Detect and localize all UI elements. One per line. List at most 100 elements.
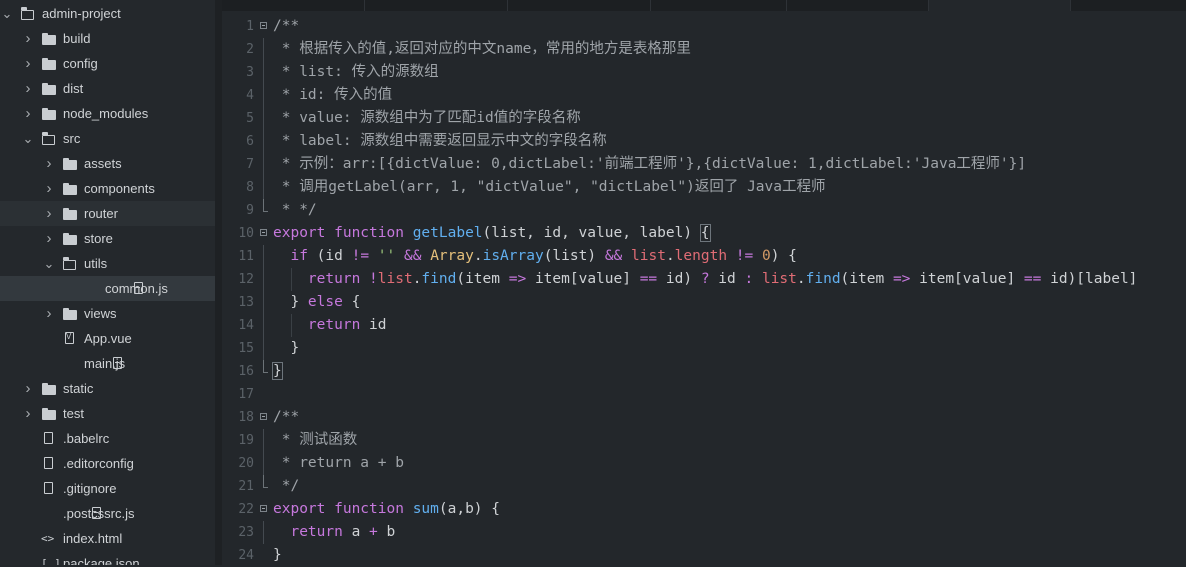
tree-item[interactable]: › router: [0, 201, 222, 226]
tree-item[interactable]: › test: [0, 401, 222, 426]
tree-item-label: admin-project: [42, 6, 121, 21]
code-line[interactable]: 23 return a + b: [222, 521, 1186, 544]
editor-tab[interactable]: [222, 0, 365, 11]
fold-guide: [263, 84, 264, 107]
code-line[interactable]: 6 * label: 源数组中需要返回显示中文的字段名称: [222, 130, 1186, 153]
editor-tab-active[interactable]: [929, 0, 1071, 11]
folder-icon: [41, 382, 57, 396]
tree-item[interactable]: › store: [0, 226, 222, 251]
chevron-right-icon[interactable]: ›: [21, 405, 35, 422]
code-token: isArray: [482, 248, 544, 264]
code-token: (id: [316, 248, 352, 264]
code-line[interactable]: 21 */: [222, 475, 1186, 498]
code-line[interactable]: 16}: [222, 360, 1186, 383]
fold-end-marker: [263, 199, 268, 212]
code-line[interactable]: 4 * id: 传入的值: [222, 84, 1186, 107]
tree-item[interactable]: ⌄ admin-project: [0, 1, 215, 26]
tree-item[interactable]: ⌄ utils: [0, 251, 222, 276]
chevron-right-icon[interactable]: ›: [42, 205, 56, 222]
chevron-right-icon[interactable]: ›: [42, 305, 56, 322]
chevron-right-icon[interactable]: ›: [42, 180, 56, 197]
editor-tab[interactable]: [365, 0, 508, 11]
chevron-right-icon[interactable]: ›: [42, 155, 56, 172]
tree-item[interactable]: [ ] package.json: [0, 551, 222, 565]
tree-item[interactable]: App.vue: [0, 326, 222, 351]
fold-guide: [263, 38, 264, 61]
code-line[interactable]: 8 * 调用getLabel(arr, 1, "dictValue", "dic…: [222, 176, 1186, 199]
folder-icon: [62, 232, 78, 246]
code-line[interactable]: 3 * list: 传入的源数组: [222, 61, 1186, 84]
code-token: * 测试函数: [273, 432, 358, 448]
tree-item[interactable]: main.js: [0, 351, 222, 376]
editor-tab[interactable]: [508, 0, 651, 11]
tree-item-label: dist: [63, 81, 84, 96]
code-line[interactable]: 18 /**: [222, 406, 1186, 429]
folder-icon: [41, 57, 57, 71]
tree-item[interactable]: › build: [0, 26, 222, 51]
chevron-right-icon[interactable]: ›: [21, 55, 35, 72]
line-number: 3: [246, 65, 254, 80]
chevron-right-icon[interactable]: ›: [21, 80, 35, 97]
tree-item[interactable]: .editorconfig: [0, 451, 222, 476]
line-number: 14: [238, 318, 254, 333]
chevron-down-icon[interactable]: ⌄: [0, 7, 14, 20]
code-token: !: [369, 271, 378, 287]
code-editor[interactable]: 1/** 2 * 根据传入的值,返回对应的中文name，常用的地方是表格那里 3 *…: [222, 11, 1186, 565]
code-line[interactable]: 22 export function sum(a,b) {: [222, 498, 1186, 521]
tree-item[interactable]: .gitignore: [0, 476, 222, 501]
code-line[interactable]: 7 * 示例：arr:[{dictValue: 0,dictLabel:'前端工…: [222, 153, 1186, 176]
code-line[interactable]: 12 return !list.find(item => item[value]…: [222, 268, 1186, 291]
code-token: item[value]: [534, 271, 640, 287]
fold-toggle-icon[interactable]: [260, 413, 267, 420]
code-line[interactable]: 24}: [222, 544, 1186, 567]
fold-toggle-icon[interactable]: [260, 505, 267, 512]
tree-item[interactable]: › views: [0, 301, 222, 326]
tree-item[interactable]: › config: [0, 51, 222, 76]
code-line[interactable]: 15 }: [222, 337, 1186, 360]
tree-item[interactable]: ⌄ src: [0, 126, 222, 151]
tree-item[interactable]: .babelrc: [0, 426, 222, 451]
code-line[interactable]: 17: [222, 383, 1186, 406]
html-file-icon: <>: [41, 532, 55, 545]
tree-item[interactable]: › dist: [0, 76, 222, 101]
code-token: */: [273, 478, 300, 494]
code-token: return: [290, 524, 352, 540]
editor-tab[interactable]: [651, 0, 787, 11]
code-line[interactable]: 1 /**: [222, 15, 1186, 38]
tree-item[interactable]: › components: [0, 176, 222, 201]
chevron-right-icon[interactable]: ›: [21, 380, 35, 397]
code-line[interactable]: 19 * 测试函数: [222, 429, 1186, 452]
code-line[interactable]: 11 if (id != '' && Array.isArray(list) &…: [222, 245, 1186, 268]
line-number: 15: [238, 341, 254, 356]
line-number: 19: [238, 433, 254, 448]
code-line[interactable]: 10 export function getLabel(list, id, val…: [222, 222, 1186, 245]
chevron-right-icon[interactable]: ›: [21, 105, 35, 122]
tree-item[interactable]: .postcssrc.js: [0, 501, 222, 526]
code-line[interactable]: 5 * value: 源数组中为了匹配id值的字段名称: [222, 107, 1186, 130]
chevron-down-icon[interactable]: ⌄: [21, 132, 35, 145]
chevron-right-icon[interactable]: ›: [42, 230, 56, 247]
code-token: }: [273, 294, 308, 310]
tree-item[interactable]: › assets: [0, 151, 222, 176]
tree-item[interactable]: › static: [0, 376, 222, 401]
code-line[interactable]: 14 return id: [222, 314, 1186, 337]
chevron-right-icon[interactable]: ›: [21, 30, 35, 47]
fold-toggle-icon[interactable]: [260, 22, 267, 29]
tree-item[interactable]: › node_modules: [0, 101, 222, 126]
editor-tab[interactable]: [787, 0, 929, 11]
sidebar-divider[interactable]: [215, 0, 222, 565]
code-line[interactable]: 2 * 根据传入的值,返回对应的中文name，常用的地方是表格那里: [222, 38, 1186, 61]
tree-item[interactable]: <> index.html: [0, 526, 222, 551]
code-line[interactable]: 13 } else {: [222, 291, 1186, 314]
code-token: b: [386, 524, 396, 540]
code-line[interactable]: 9 * */: [222, 199, 1186, 222]
chevron-down-icon[interactable]: ⌄: [42, 257, 56, 270]
tree-item[interactable]: common.js: [0, 276, 222, 301]
code-line[interactable]: 20 * return a + b: [222, 452, 1186, 475]
line-number: 18: [238, 410, 254, 425]
line-number: 24: [238, 548, 254, 563]
fold-guide: [263, 176, 264, 199]
fold-toggle-icon[interactable]: [260, 229, 267, 236]
